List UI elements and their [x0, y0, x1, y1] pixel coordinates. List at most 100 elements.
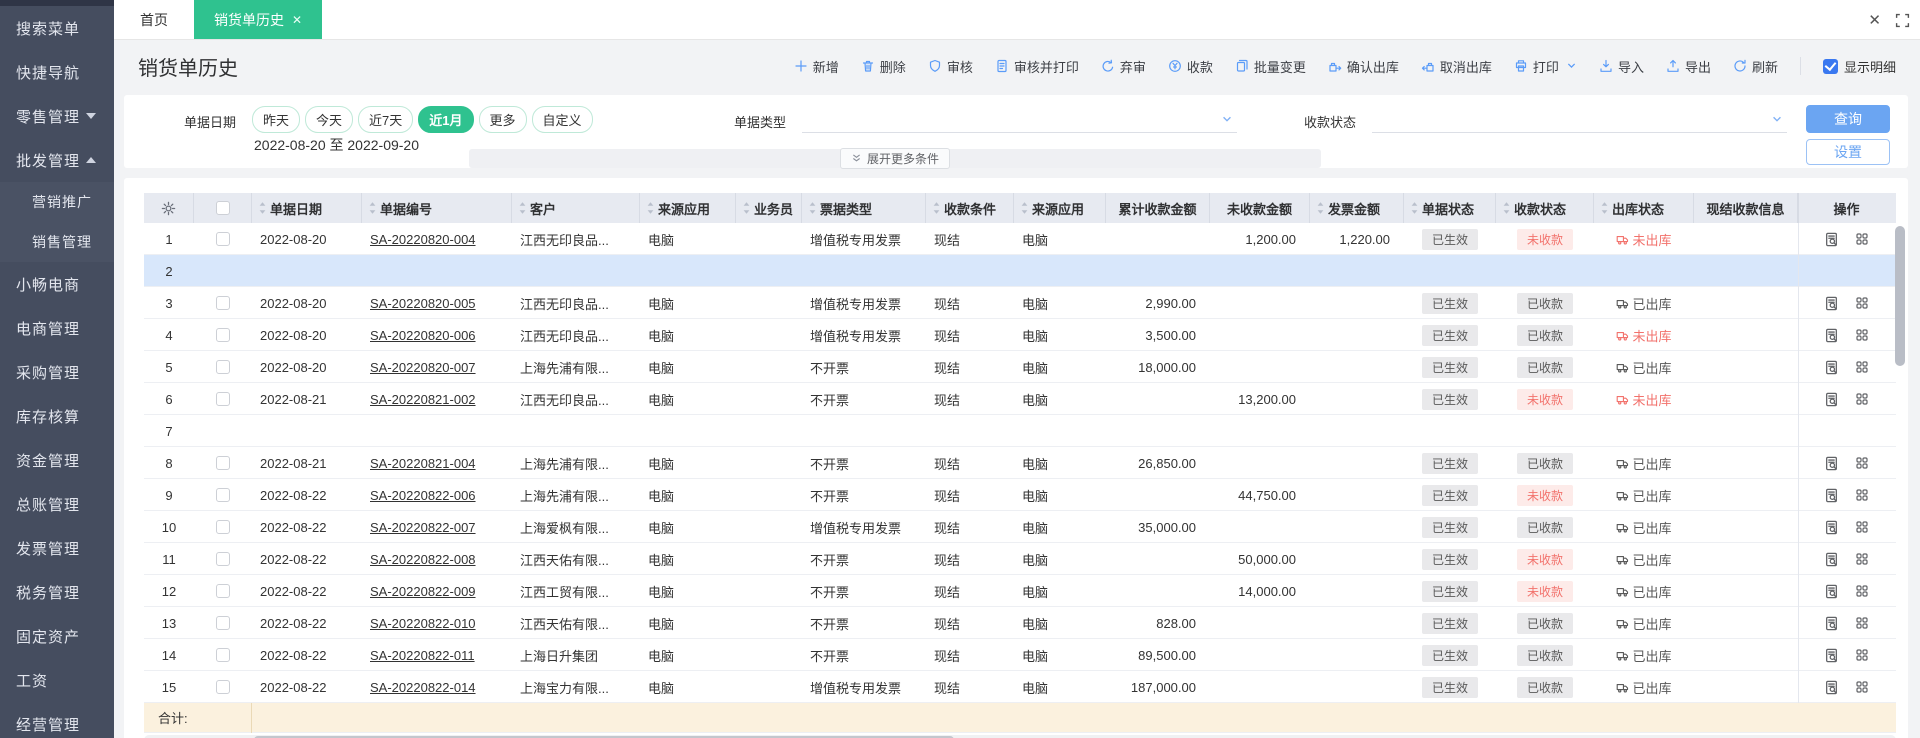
close-icon[interactable]: ✕	[1868, 11, 1881, 29]
view-detail-icon[interactable]	[1824, 488, 1839, 503]
sidebar-item-总账管理[interactable]: 总账管理	[0, 482, 114, 526]
column-header-收款条件[interactable]: 收款条件	[926, 193, 1014, 223]
row-checkbox[interactable]	[194, 639, 252, 671]
sidebar-item-发票管理[interactable]: 发票管理	[0, 526, 114, 570]
doc-link[interactable]: SA-20220820-007	[370, 360, 476, 375]
doc-link[interactable]: SA-20220822-014	[370, 680, 476, 695]
sort-icon[interactable]	[1020, 201, 1029, 215]
more-actions-grid-icon[interactable]	[1855, 648, 1869, 662]
table-row[interactable]: 3 2022-08-20 SA-20220820-005 江西无印良品... 电脑 增值税…	[144, 287, 1896, 319]
column-header-业务员[interactable]: 业务员	[736, 193, 802, 223]
sort-icon[interactable]	[646, 201, 655, 215]
date-pill-今天[interactable]: 今天	[305, 106, 354, 133]
sort-icon[interactable]	[368, 201, 377, 215]
more-actions-grid-icon[interactable]	[1855, 488, 1869, 502]
sidebar-item-固定资产[interactable]: 固定资产	[0, 614, 114, 658]
shield-toolbar-button[interactable]: 审核	[928, 57, 973, 76]
column-header-单据编号[interactable]: 单据编号	[362, 193, 512, 223]
view-detail-icon[interactable]	[1824, 232, 1839, 247]
view-detail-icon[interactable]	[1824, 328, 1839, 343]
plus-toolbar-button[interactable]: 新增	[794, 57, 839, 76]
date-pill-自定义[interactable]: 自定义	[531, 106, 593, 133]
view-detail-icon[interactable]	[1824, 616, 1839, 631]
table-row[interactable]: 15 2022-08-22 SA-20220822-014 上海宝力有限... 电脑 增值…	[144, 671, 1896, 703]
sort-icon[interactable]	[1502, 201, 1511, 215]
view-detail-icon[interactable]	[1824, 360, 1839, 375]
sidebar-item-税务管理[interactable]: 税务管理	[0, 570, 114, 614]
row-checkbox[interactable]	[194, 511, 252, 543]
doc-link[interactable]: SA-20220822-006	[370, 488, 476, 503]
printer-toolbar-button[interactable]: 打印	[1514, 57, 1577, 76]
table-row[interactable]: 8 2022-08-21 SA-20220821-004 上海先浦有限... 电脑 不开票…	[144, 447, 1896, 479]
table-row[interactable]: 4 2022-08-20 SA-20220820-006 江西无印良品... 电脑 增值税…	[144, 319, 1896, 351]
sidebar-item-工资[interactable]: 工资	[0, 658, 114, 702]
column-header-出库状态[interactable]: 出库状态	[1594, 193, 1694, 223]
table-row[interactable]: 12 2022-08-22 SA-20220822-009 江西工贸有限... 电脑 不开…	[144, 575, 1896, 607]
sidebar-item-小畅电商[interactable]: 小畅电商	[0, 262, 114, 306]
select-all-checkbox[interactable]	[194, 193, 252, 223]
sidebar-item-采购管理[interactable]: 采购管理	[0, 350, 114, 394]
more-actions-grid-icon[interactable]	[1855, 584, 1869, 598]
tab-sales-history[interactable]: 销货单历史 ✕	[194, 0, 323, 39]
row-checkbox[interactable]	[194, 383, 252, 415]
row-checkbox[interactable]	[194, 223, 252, 255]
expand-more-button[interactable]: 展开更多条件	[839, 148, 950, 169]
batch-toolbar-button[interactable]: 批量变更	[1235, 57, 1306, 76]
pay-status-select[interactable]	[1372, 107, 1787, 133]
date-pill-近7天[interactable]: 近7天	[358, 106, 414, 133]
row-checkbox[interactable]	[194, 671, 252, 703]
table-row[interactable]: 14 2022-08-22 SA-20220822-011 上海日升集团 电脑 不开票 现结…	[144, 639, 1896, 671]
table-row[interactable]: 1 2022-08-20 SA-20220820-004 江西无印良品... 电脑 增值税…	[144, 223, 1896, 255]
sort-icon[interactable]	[1410, 201, 1419, 215]
doc-type-select[interactable]	[802, 107, 1237, 133]
sort-icon[interactable]	[258, 201, 267, 215]
table-row[interactable]: 2	[144, 255, 1896, 287]
date-range-value[interactable]: 2022-08-20 至 2022-09-20	[254, 135, 419, 155]
column-header-客户[interactable]: 客户	[512, 193, 640, 223]
table-row[interactable]: 9 2022-08-22 SA-20220822-006 上海先浦有限... 电脑 不开票…	[144, 479, 1896, 511]
doc-link[interactable]: SA-20220822-008	[370, 552, 476, 567]
doc-link[interactable]: SA-20220822-009	[370, 584, 476, 599]
view-detail-icon[interactable]	[1824, 584, 1839, 599]
more-actions-grid-icon[interactable]	[1855, 360, 1869, 374]
column-header-发票金额[interactable]: 发票金额	[1310, 193, 1404, 223]
date-pill-昨天[interactable]: 昨天	[252, 106, 301, 133]
import-toolbar-button[interactable]: 导入	[1599, 57, 1644, 76]
tab-home[interactable]: 首页	[114, 0, 194, 39]
row-checkbox[interactable]	[194, 287, 252, 319]
boxcancel-toolbar-button[interactable]: 取消出库	[1421, 57, 1492, 76]
sidebar-item-销售管理[interactable]: 销售管理	[0, 222, 114, 262]
table-row[interactable]: 10 2022-08-22 SA-20220822-007 上海爱枫有限... 电脑 增值…	[144, 511, 1896, 543]
more-actions-grid-icon[interactable]	[1855, 296, 1869, 310]
view-detail-icon[interactable]	[1824, 680, 1839, 695]
sidebar-item-营销推广[interactable]: 营销推广	[0, 182, 114, 222]
fullscreen-icon[interactable]	[1895, 13, 1910, 28]
table-row[interactable]: 11 2022-08-22 SA-20220822-008 江西天佑有限... 电脑 不开…	[144, 543, 1896, 575]
sidebar-item-资金管理[interactable]: 资金管理	[0, 438, 114, 482]
refresh-toolbar-button[interactable]: 刷新	[1733, 57, 1778, 76]
more-actions-grid-icon[interactable]	[1855, 232, 1869, 246]
trash-toolbar-button[interactable]: 删除	[861, 57, 906, 76]
doc-link[interactable]: SA-20220822-011	[370, 648, 475, 663]
table-row[interactable]: 13 2022-08-22 SA-20220822-010 江西天佑有限... 电脑 不开…	[144, 607, 1896, 639]
view-detail-icon[interactable]	[1824, 552, 1839, 567]
doc-link[interactable]: SA-20220820-006	[370, 328, 476, 343]
row-checkbox[interactable]	[194, 319, 252, 351]
sidebar-item-经营管理[interactable]: 经营管理	[0, 702, 114, 738]
date-pill-更多[interactable]: 更多	[478, 106, 527, 133]
boxout-toolbar-button[interactable]: 确认出库	[1328, 57, 1399, 76]
sort-icon[interactable]	[932, 201, 941, 215]
view-detail-icon[interactable]	[1824, 648, 1839, 663]
more-actions-grid-icon[interactable]	[1855, 392, 1869, 406]
view-detail-icon[interactable]	[1824, 392, 1839, 407]
sidebar-item-批发管理[interactable]: 批发管理	[0, 138, 114, 182]
column-header-单据状态[interactable]: 单据状态	[1404, 193, 1496, 223]
sidebar-item-电商管理[interactable]: 电商管理	[0, 306, 114, 350]
sidebar-item-快捷导航[interactable]: 快捷导航	[0, 50, 114, 94]
column-header-来源应用[interactable]: 来源应用	[1014, 193, 1106, 223]
doc-link[interactable]: SA-20220822-007	[370, 520, 476, 535]
undo-toolbar-button[interactable]: 弃审	[1101, 57, 1146, 76]
table-row[interactable]: 7	[144, 415, 1896, 447]
more-actions-grid-icon[interactable]	[1855, 520, 1869, 534]
more-actions-grid-icon[interactable]	[1855, 456, 1869, 470]
